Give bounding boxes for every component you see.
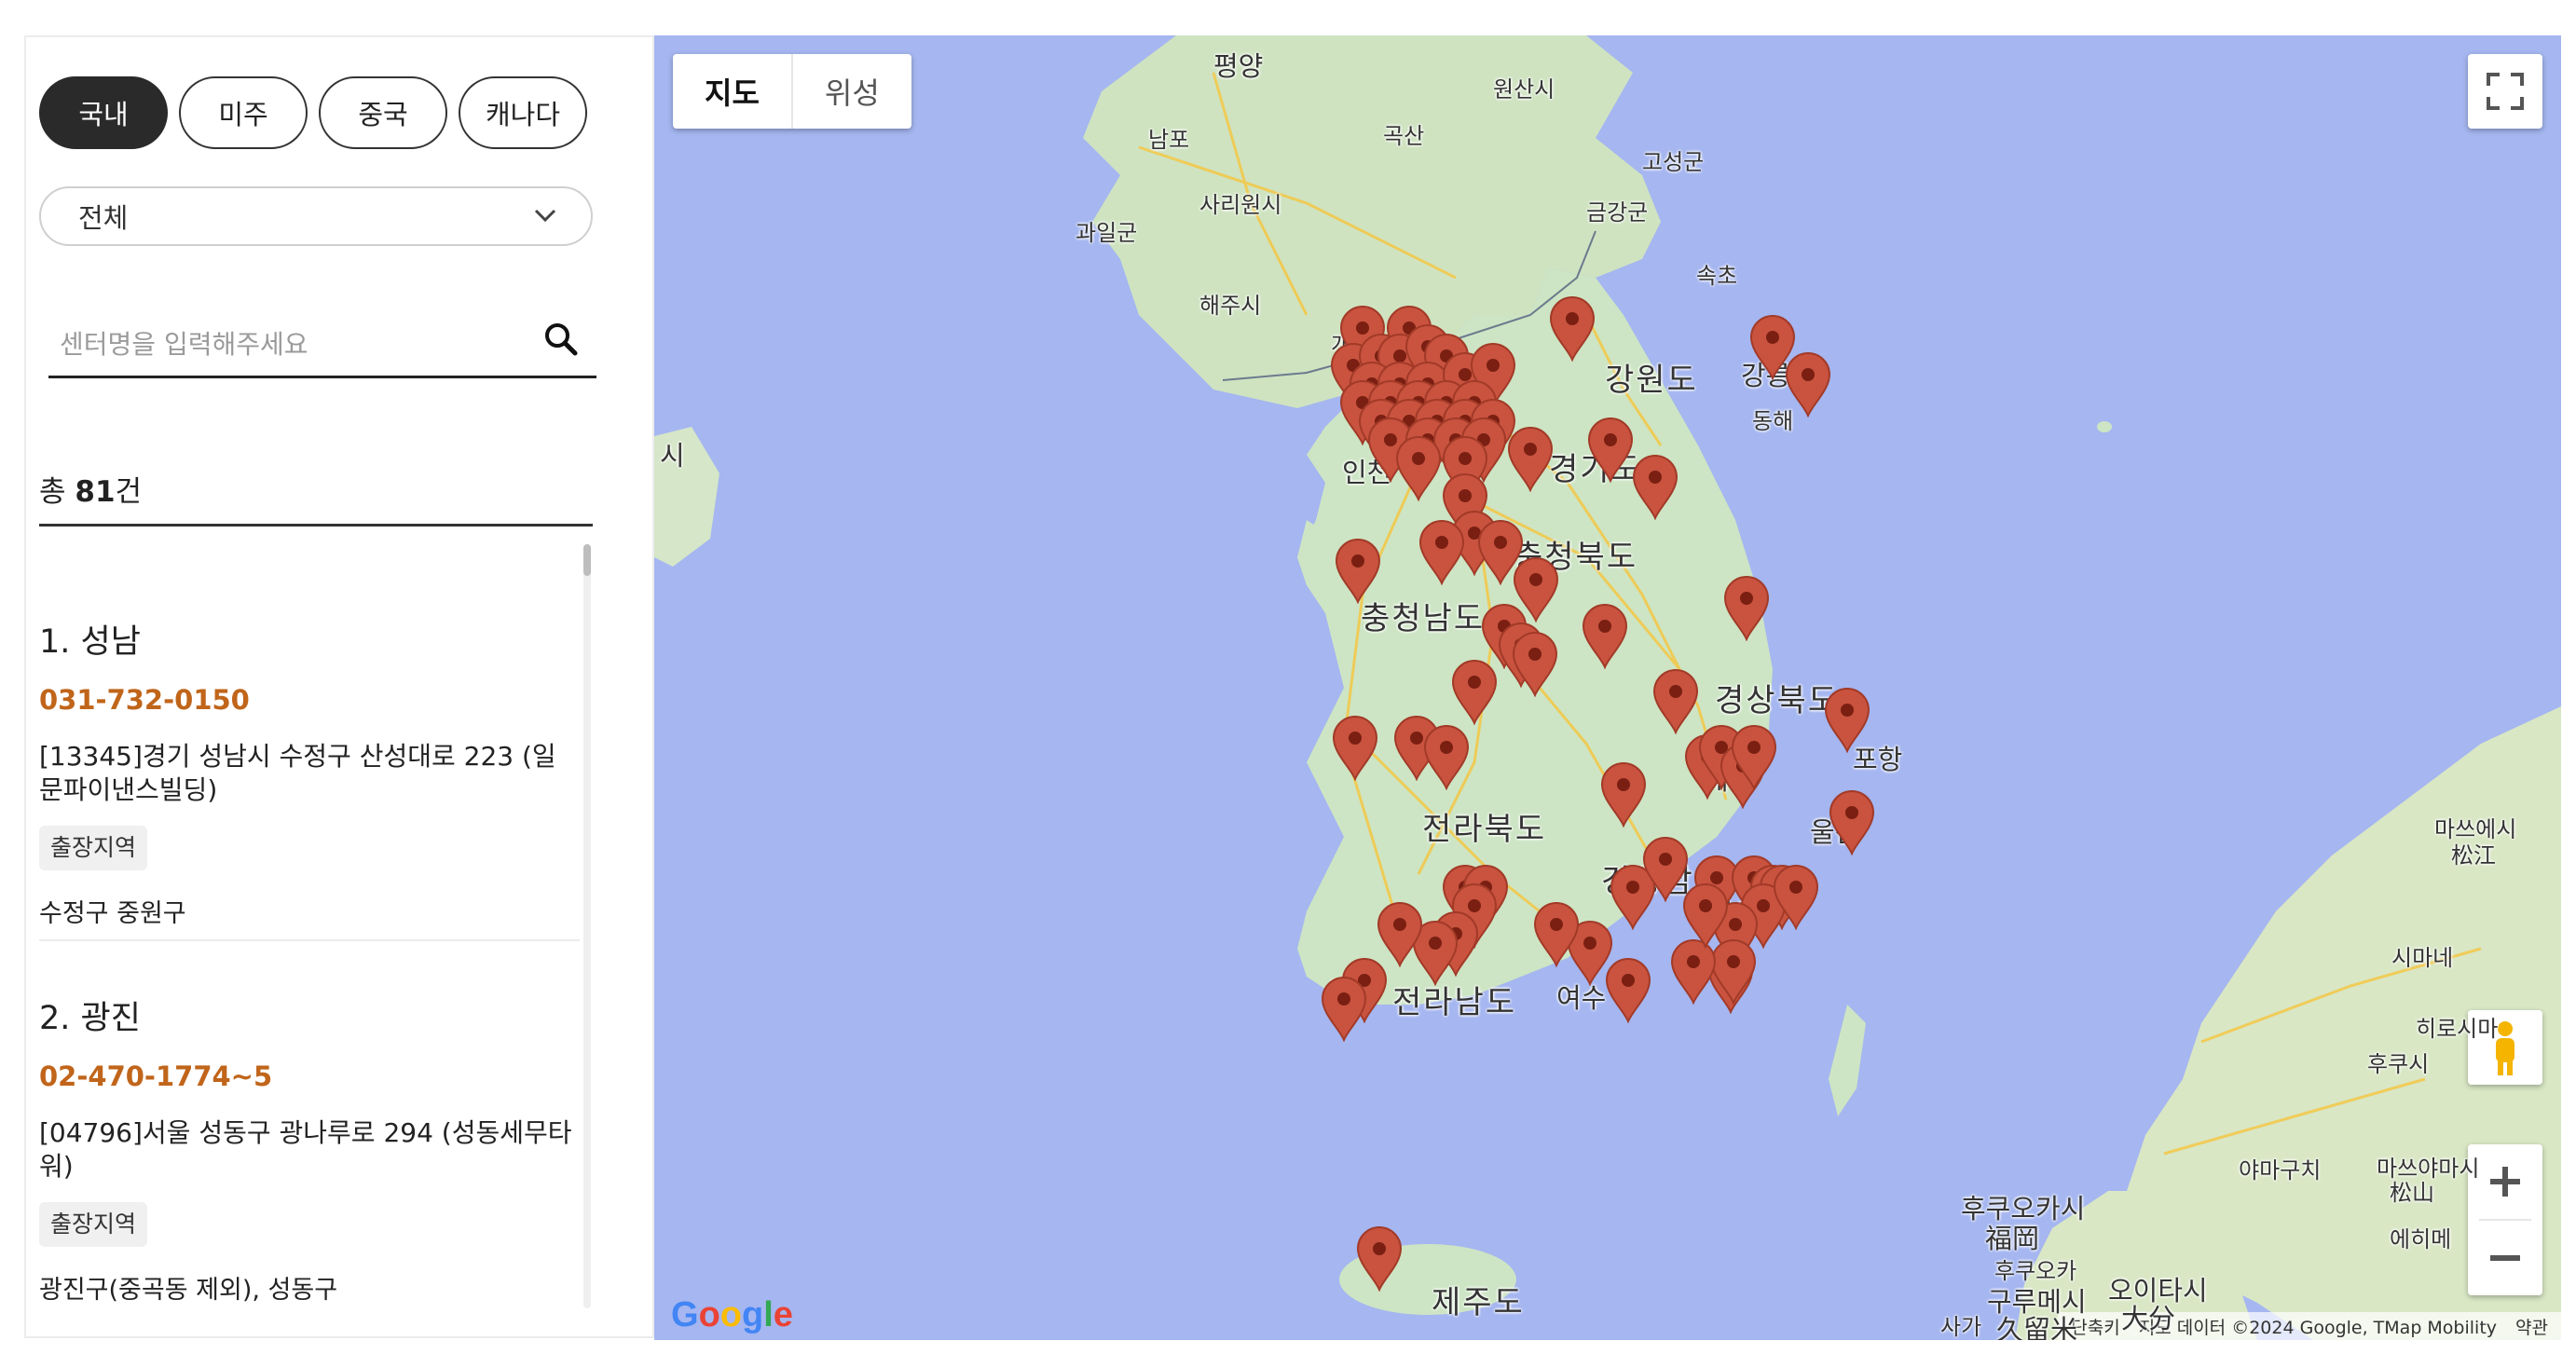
google-logo: Google <box>671 1295 793 1334</box>
center-phone[interactable]: 031-732-0150 <box>39 684 250 716</box>
map-label-goksan: 곡산 <box>1383 123 1425 149</box>
search-input[interactable] <box>58 321 528 367</box>
center-marker[interactable] <box>1580 602 1630 669</box>
fullscreen-icon <box>2487 73 2524 110</box>
center-marker[interactable] <box>1783 350 1833 417</box>
map-label-fukushi: 후쿠시 <box>2367 1051 2430 1077</box>
center-marker[interactable] <box>1354 1224 1404 1292</box>
center-marker[interactable] <box>1630 453 1680 520</box>
center-marker[interactable] <box>1510 630 1560 697</box>
center-marker[interactable] <box>1822 686 1872 753</box>
center-name: 2. 광진 <box>39 1000 141 1037</box>
service-area: 수정구 중원구 <box>39 899 186 928</box>
map-type-map-button[interactable]: 지도 <box>673 54 793 129</box>
fullscreen-button[interactable] <box>2468 54 2542 129</box>
tab-canada[interactable]: 캐나다 <box>459 76 587 149</box>
map-label-gyeongbuk: 경상북도 <box>1715 682 1840 719</box>
status-badge: 출장지역 <box>39 1202 148 1247</box>
center-address: [04796]서울 성동구 광나루로 294 (성동세무타워) <box>39 1117 572 1182</box>
center-marker[interactable] <box>1375 900 1425 967</box>
total-count: 총 81건 <box>39 475 143 509</box>
map-label-oita-kanji: 大分 <box>2121 1303 2176 1334</box>
list-divider <box>39 939 580 941</box>
center-marker[interactable] <box>1547 294 1597 362</box>
center-marker[interactable] <box>1505 425 1555 492</box>
map-label-pyongyang: 평양 <box>1213 50 1264 82</box>
status-badge: 출장지역 <box>39 826 148 870</box>
map-label-nampo: 남포 <box>1148 127 1190 153</box>
terms-link[interactable]: 약관 <box>2515 1314 2548 1339</box>
center-marker[interactable] <box>1421 723 1472 790</box>
center-name: 1. 성남 <box>39 623 141 661</box>
center-address: [13345]경기 성남시 수정구 산성대로 223 (일문파이낸스빌딩) <box>39 741 556 805</box>
center-marker[interactable] <box>1531 900 1582 967</box>
center-marker[interactable] <box>1585 416 1636 483</box>
map-label-matsuyama-kanji: 松山 <box>2390 1180 2434 1206</box>
center-marker[interactable] <box>1680 882 1731 949</box>
country-tabs: 국내 미주 중국 캐나다 <box>39 76 587 149</box>
tab-china[interactable]: 중국 <box>319 76 447 149</box>
map-label-sariwon: 사리원시 <box>1199 192 1282 218</box>
center-marker[interactable] <box>1393 434 1444 501</box>
map-label-jeonbuk: 전라북도 <box>1422 811 1547 848</box>
center-marker[interactable] <box>1603 956 1653 1023</box>
map-label-yamaguchi: 야마구치 <box>2239 1157 2322 1183</box>
search-icon[interactable] <box>542 321 580 358</box>
service-area: 광진구(중곡동 제외), 성동구 <box>39 1276 338 1305</box>
center-marker[interactable] <box>1475 518 1526 585</box>
chevron-down-icon <box>534 209 556 223</box>
map-label-saga: 사가 <box>1940 1314 1982 1340</box>
center-marker[interactable] <box>1771 863 1821 930</box>
center-marker[interactable] <box>1827 788 1877 855</box>
center-marker[interactable] <box>1598 760 1649 828</box>
center-marker[interactable] <box>1330 714 1380 781</box>
list-scrollbar[interactable] <box>583 544 591 1308</box>
map-label-ehime: 에히메 <box>2390 1226 2452 1252</box>
scrollbar-thumb[interactable] <box>583 544 591 576</box>
map-label-si-west: 시 <box>660 440 685 472</box>
tab-domestic[interactable]: 국내 <box>39 76 168 149</box>
region-select-value: 전체 <box>78 202 129 234</box>
map-label-jeju: 제주도 <box>1432 1284 1525 1321</box>
map-label-kurume-kanji: 久留米 <box>1996 1314 2078 1340</box>
center-marker[interactable] <box>1651 667 1701 734</box>
map-label-gwail: 과일군 <box>1076 220 1138 246</box>
tab-americas[interactable]: 미주 <box>179 76 308 149</box>
map-label-gangwon: 강원도 <box>1605 362 1698 399</box>
center-marker[interactable] <box>1729 723 1779 790</box>
search-bar <box>48 311 596 378</box>
center-marker[interactable] <box>1333 537 1383 604</box>
center-marker[interactable] <box>1417 518 1467 585</box>
map-label-fukuoka-kanji: 福岡 <box>1985 1223 2040 1254</box>
region-select[interactable]: 전체 <box>39 186 593 246</box>
map-type-control: 지도 위성 <box>673 54 911 129</box>
divider <box>39 524 593 527</box>
zoom-out-icon[interactable] <box>2468 1221 2542 1295</box>
map-label-goseong: 고성군 <box>1642 149 1705 175</box>
center-marker[interactable] <box>1449 658 1500 725</box>
map-view[interactable]: 지도 위성 Google 단축키 지도 데이터 ©2024 Google, TM… <box>654 35 2561 1340</box>
map-data-credit: 지도 데이터 ©2024 Google, TMap Mobility <box>2138 1317 2498 1338</box>
map-label-geumgang: 금강군 <box>1586 199 1649 226</box>
map-type-satellite-button[interactable]: 위성 <box>793 54 911 129</box>
map-label-wonsan: 원산시 <box>1493 76 1555 103</box>
center-phone[interactable]: 02-470-1774~5 <box>39 1060 272 1092</box>
map-base-layer <box>654 35 2561 1340</box>
map-label-hiroshima: 히로시마 <box>2416 1016 2499 1042</box>
map-label-haeju: 해주시 <box>1199 293 1262 319</box>
map-label-matsue-kanji: 松江 <box>2451 842 2496 869</box>
map-label-sokcho: 속초 <box>1696 263 1738 289</box>
center-marker[interactable] <box>1319 975 1369 1042</box>
center-marker[interactable] <box>1721 574 1772 641</box>
map-label-shimane: 시마네 <box>2391 945 2454 971</box>
